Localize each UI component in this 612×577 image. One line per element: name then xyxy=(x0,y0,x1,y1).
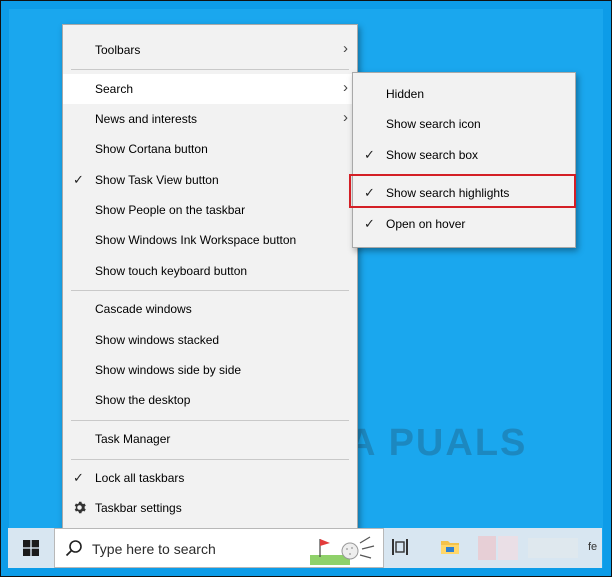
search-icon xyxy=(65,540,82,557)
menu-item-show-touch-keyboard[interactable]: Show touch keyboard button xyxy=(63,256,357,286)
windows-logo-icon xyxy=(23,540,39,556)
menu-item-show-people[interactable]: Show People on the taskbar xyxy=(63,195,357,225)
search-submenu: Hidden Show search icon ✓ Show search bo… xyxy=(352,72,576,248)
menu-item-label: Taskbar settings xyxy=(95,501,182,515)
clock-fragment[interactable]: fe xyxy=(588,541,597,553)
pinned-app-blurred[interactable] xyxy=(498,536,518,560)
menu-item-show-cortana-button[interactable]: Show Cortana button xyxy=(63,134,357,164)
menu-item-label: Show windows side by side xyxy=(95,363,242,377)
submenu-item-show-search-icon[interactable]: Show search icon xyxy=(353,109,575,139)
taskbar-search-box[interactable]: Type here to search xyxy=(54,528,384,568)
menu-item-show-the-desktop[interactable]: Show the desktop xyxy=(63,385,357,415)
menu-item-news-and-interests[interactable]: News and interests › xyxy=(63,104,357,134)
menu-item-lock-all-taskbars[interactable]: ✓ Lock all taskbars xyxy=(63,463,357,493)
menu-item-label: Show People on the taskbar xyxy=(95,203,246,217)
submenu-item-label: Hidden xyxy=(386,87,425,101)
chevron-right-icon: › xyxy=(343,109,348,126)
menu-item-show-windows-ink[interactable]: Show Windows Ink Workspace button xyxy=(63,225,357,255)
menu-item-show-windows-side-by-side[interactable]: Show windows side by side xyxy=(63,355,357,385)
menu-item-toolbars[interactable]: Toolbars › xyxy=(63,35,357,65)
menu-item-label: Lock all taskbars xyxy=(95,471,185,485)
checkmark-icon: ✓ xyxy=(73,470,84,485)
checkmark-icon: ✓ xyxy=(73,172,84,187)
menu-item-task-manager[interactable]: Task Manager xyxy=(63,424,357,454)
search-highlight-illustration-icon xyxy=(310,536,375,565)
folder-icon xyxy=(441,541,459,554)
menu-item-label: News and interests xyxy=(95,112,198,126)
menu-item-label: Task Manager xyxy=(95,432,171,446)
menu-item-label: Show the desktop xyxy=(95,393,191,407)
task-view-button[interactable] xyxy=(391,538,409,561)
taskbar-context-menu: Toolbars › Search › News and interests ›… xyxy=(62,24,358,530)
submenu-item-show-search-box[interactable]: ✓ Show search box xyxy=(353,140,575,170)
menu-item-label: Show windows stacked xyxy=(95,333,220,347)
menu-item-cascade-windows[interactable]: Cascade windows xyxy=(63,294,357,324)
menu-item-label: Show touch keyboard button xyxy=(95,264,248,278)
gear-icon xyxy=(73,501,86,517)
submenu-item-label: Open on hover xyxy=(386,217,466,231)
task-view-icon xyxy=(392,539,408,555)
taskbar: Type here to search fe xyxy=(8,528,602,568)
chevron-right-icon: › xyxy=(343,79,348,96)
checkmark-icon: ✓ xyxy=(364,147,375,162)
menu-separator xyxy=(71,290,349,291)
menu-item-show-windows-stacked[interactable]: Show windows stacked xyxy=(63,325,357,355)
menu-item-label: Toolbars xyxy=(95,43,141,57)
pinned-app-blurred[interactable] xyxy=(478,536,496,560)
menu-item-taskbar-settings[interactable]: Taskbar settings xyxy=(63,493,357,523)
search-placeholder: Type here to search xyxy=(92,541,216,557)
chevron-right-icon: › xyxy=(343,40,348,57)
start-button[interactable] xyxy=(8,528,54,568)
submenu-item-label: Show search box xyxy=(386,148,479,162)
checkmark-icon: ✓ xyxy=(364,216,375,231)
submenu-item-label: Show search icon xyxy=(386,117,481,131)
menu-item-search[interactable]: Search › xyxy=(63,74,357,104)
menu-separator xyxy=(71,459,349,460)
menu-item-label: Show Windows Ink Workspace button xyxy=(95,233,297,247)
menu-item-label: Show Cortana button xyxy=(95,142,208,156)
annotation-highlight-box xyxy=(349,174,576,208)
watermark-text: A PUALS xyxy=(348,422,528,464)
menu-item-label: Search xyxy=(95,82,134,96)
file-explorer-button[interactable] xyxy=(440,537,460,562)
submenu-item-hidden[interactable]: Hidden xyxy=(353,79,575,109)
menu-item-show-task-view-button[interactable]: ✓ Show Task View button xyxy=(63,165,357,195)
menu-separator xyxy=(71,420,349,421)
system-tray-blurred xyxy=(528,538,578,558)
menu-separator xyxy=(71,69,349,70)
menu-item-label: Cascade windows xyxy=(95,302,192,316)
menu-item-label: Show Task View button xyxy=(95,173,219,187)
submenu-item-open-on-hover[interactable]: ✓ Open on hover xyxy=(353,209,575,239)
watermark-logo: A PUALS xyxy=(348,408,558,478)
